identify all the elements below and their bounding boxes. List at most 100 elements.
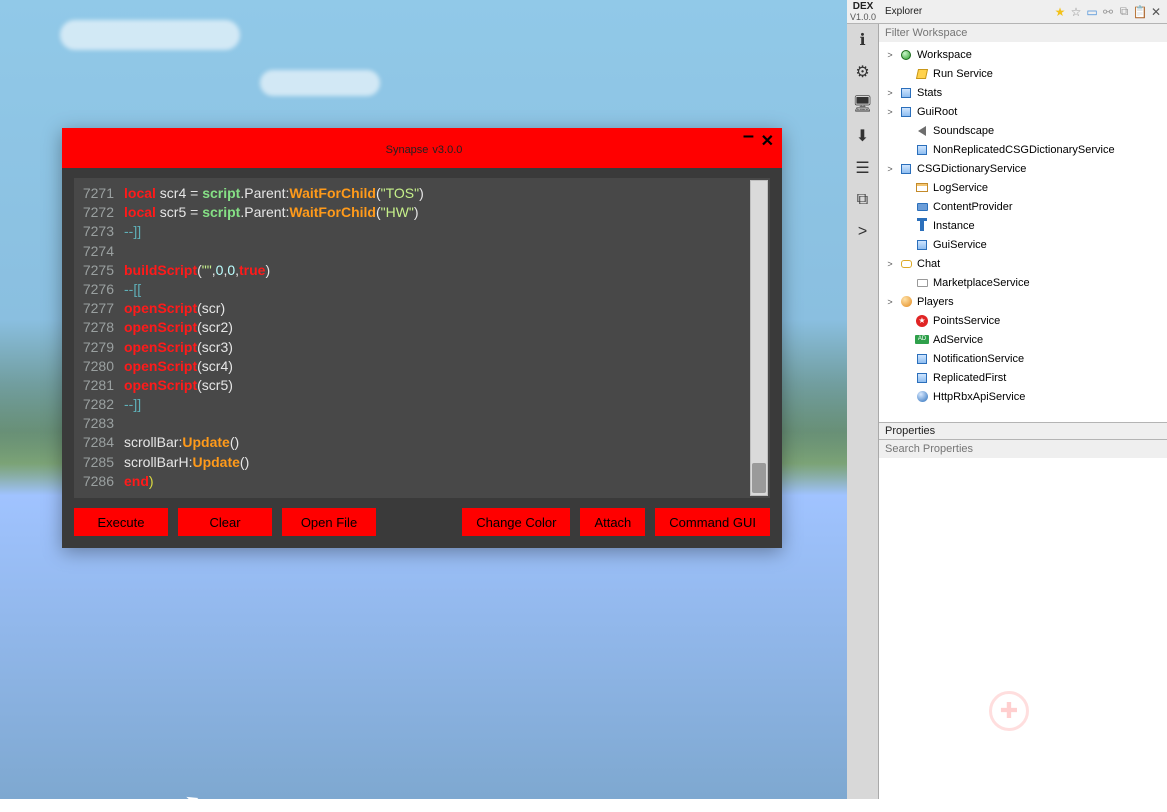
gear-icon[interactable]: ⚙ <box>847 56 879 88</box>
copy-icon[interactable]: ⧉ <box>1117 5 1131 19</box>
sq-icon <box>915 143 929 157</box>
dex-name-label: DEX <box>847 1 879 12</box>
tree-node-label: PointsService <box>933 315 1000 327</box>
dex-sidebar: ℹ⚙🖥⬇☰⧉> <box>847 24 879 799</box>
star-icon: ★ <box>915 314 929 328</box>
chevron-right-icon[interactable]: > <box>885 107 895 117</box>
log-icon <box>915 181 929 195</box>
star-icon[interactable]: ☆ <box>1069 5 1083 19</box>
tree-node-label: MarketplaceService <box>933 277 1030 289</box>
cp-icon <box>915 200 929 214</box>
explorer-tree[interactable]: > Workspace Run Service > Stats >GuiRootSound… <box>879 42 1167 422</box>
execute-button[interactable]: Execute <box>74 508 168 536</box>
tree-node-label: Players <box>917 296 954 308</box>
tree-node-label: NonReplicatedCSGDictionaryService <box>933 144 1115 156</box>
tree-node-label: CSGDictionaryService <box>917 163 1026 175</box>
close-icon[interactable]: ✕ <box>1149 5 1163 19</box>
soundscape-node[interactable]: Soundscape <box>879 121 1167 140</box>
remote-icon[interactable]: 🖥 <box>847 88 879 120</box>
tree-node-label: Chat <box>917 258 940 270</box>
minimize-icon[interactable]: – <box>743 131 754 141</box>
tree-node-label: GuiService <box>933 239 987 251</box>
filter-workspace-input[interactable] <box>879 24 1167 42</box>
paste-icon[interactable]: 📋 <box>1133 5 1147 19</box>
chevron-right-icon[interactable]: > <box>885 164 895 174</box>
window-icon[interactable]: ▭ <box>1085 5 1099 19</box>
info-icon[interactable]: ℹ <box>847 24 879 56</box>
contentprov-node[interactable]: ContentProvider <box>879 197 1167 216</box>
tree-node-label: Workspace <box>917 49 972 61</box>
clear-button[interactable]: Clear <box>178 508 272 536</box>
guiservice-node[interactable]: GuiService <box>879 235 1167 254</box>
change-color-button[interactable]: Change Color <box>462 508 570 536</box>
synapse-toolbar: Execute Clear Open File Change Color Att… <box>62 504 782 548</box>
chevron-right-icon[interactable]: > <box>885 259 895 269</box>
marketplace-node[interactable]: MarketplaceService <box>879 273 1167 292</box>
attach-button[interactable]: Attach <box>580 508 645 536</box>
run-icon <box>915 67 929 81</box>
mkt-icon <box>915 276 929 290</box>
tree-node-label: LogService <box>933 182 988 194</box>
dex-header: DEX V1.0.0 Explorer ★☆▭⚯⧉📋✕ <box>847 0 1167 24</box>
logservice-node[interactable]: LogService <box>879 178 1167 197</box>
scrollbar-thumb[interactable] <box>752 463 766 493</box>
dex-explorer-label: Explorer <box>879 6 1053 17</box>
sq-icon <box>915 238 929 252</box>
command-gui-button[interactable]: Command GUI <box>655 508 770 536</box>
notification-node[interactable]: NotificationService <box>879 349 1167 368</box>
workspace-node[interactable]: > Workspace <box>879 45 1167 64</box>
sq-icon <box>915 371 929 385</box>
search-properties-input[interactable] <box>879 440 1167 458</box>
tree-node-label: Instance <box>933 220 975 232</box>
instance-node[interactable]: Instance <box>879 216 1167 235</box>
properties-header: Properties <box>879 422 1167 440</box>
sq-icon <box>915 352 929 366</box>
cloud-decoration <box>260 70 380 96</box>
copy-icon[interactable]: ⧉ <box>847 184 879 216</box>
open-file-button[interactable]: Open File <box>282 508 376 536</box>
more-icon[interactable]: > <box>847 216 879 248</box>
award-icon: ✚ <box>989 691 1029 731</box>
replicatedfirst-node[interactable]: ReplicatedFirst <box>879 368 1167 387</box>
players-icon <box>899 295 913 309</box>
close-icon[interactable]: ✕ <box>761 131 774 151</box>
httprbx-node[interactable]: HttpRbxApiService <box>879 387 1167 406</box>
synapse-title: Synapsev3.0.0 <box>382 138 463 158</box>
line-gutter: 7271727272737274727572767277727872797280… <box>74 178 120 498</box>
guiroot-node[interactable]: >GuiRoot <box>879 102 1167 121</box>
code-editor[interactable]: 7271727272737274727572767277727872797280… <box>74 178 770 498</box>
csgdict-node[interactable]: > CSGDictionaryService <box>879 159 1167 178</box>
synapse-window[interactable]: Synapsev3.0.0 – ✕ 7271727272737274727572… <box>62 128 782 548</box>
sq-icon <box>899 105 913 119</box>
tree-node-label: Run Service <box>933 68 993 80</box>
globe-icon <box>899 48 913 62</box>
dex-header-actions: ★☆▭⚯⧉📋✕ <box>1053 5 1167 19</box>
chat-icon <box>899 257 913 271</box>
link-icon[interactable]: ⚯ <box>1101 5 1115 19</box>
code-area[interactable]: local scr4 = script.Parent:WaitForChild(… <box>120 178 748 498</box>
chevron-right-icon[interactable]: > <box>885 50 895 60</box>
download-icon[interactable]: ⬇ <box>847 120 879 152</box>
stats-node[interactable]: > Stats <box>879 83 1167 102</box>
chevron-right-icon[interactable]: > <box>885 297 895 307</box>
points-toast: ✚ Points Awarded You received 50 points! <box>979 671 1159 751</box>
players-node[interactable]: > Players <box>879 292 1167 311</box>
star-fav-icon[interactable]: ★ <box>1053 5 1067 19</box>
tree-node-label: ContentProvider <box>933 201 1013 213</box>
tree-node-label: AdService <box>933 334 983 346</box>
chevron-right-icon[interactable]: > <box>885 88 895 98</box>
chat-node[interactable]: > Chat <box>879 254 1167 273</box>
speaker-icon <box>915 124 929 138</box>
editor-scrollbar[interactable] <box>750 180 768 496</box>
sq-icon <box>899 86 913 100</box>
adservice-node[interactable]: ADAdService <box>879 330 1167 349</box>
synapse-titlebar[interactable]: Synapsev3.0.0 – ✕ <box>62 128 782 168</box>
runservice-node[interactable]: Run Service <box>879 64 1167 83</box>
dex-version-label: V1.0.0 <box>847 12 879 22</box>
list-icon[interactable]: ☰ <box>847 152 879 184</box>
inst-icon <box>915 219 929 233</box>
nonrepcsg-node[interactable]: NonReplicatedCSGDictionaryService <box>879 140 1167 159</box>
cloud-decoration <box>60 20 240 50</box>
pointsservice-node[interactable]: ★ PointsService <box>879 311 1167 330</box>
tree-node-label: Stats <box>917 87 942 99</box>
